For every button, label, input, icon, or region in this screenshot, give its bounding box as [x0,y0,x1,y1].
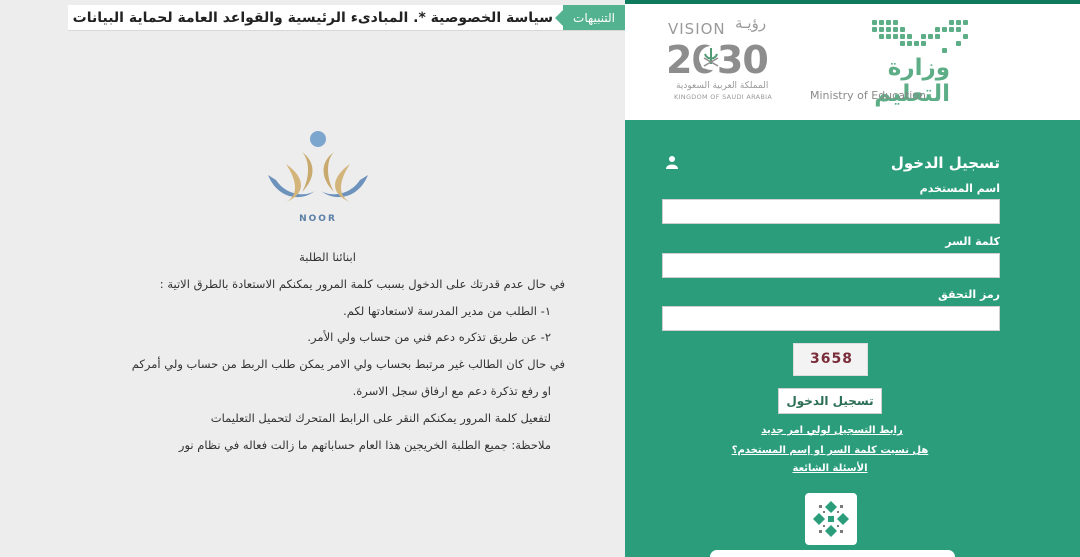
notice-line: ملاحظة: جميع الطلبة الخريجين هذا العام ح… [178,437,551,452]
kingdom-name-ar: المملكة العربية السعودية [676,81,769,91]
captcha-image: 3658 [793,343,868,376]
noor-caption: NOOR [299,214,337,224]
qr-code[interactable] [805,493,857,545]
verification-code-input[interactable] [662,306,1000,331]
password-label: كلمة السر [945,235,1000,248]
login-title: تسجيل الدخول [890,154,1000,172]
notice-line: في حال عدم قدرتك على الدخول بسبب كلمة ال… [159,276,565,291]
vision-emblem [699,46,723,70]
ticker-text[interactable]: سياسة الخصوصية *. المبادىء الرئيسية والق… [68,5,553,30]
faq-link[interactable]: الأسئلة الشائعة [780,463,880,474]
verification-code-label: رمز التحقق [938,288,1000,301]
ticker-label: التنبيهات [555,5,625,30]
user-icon [666,156,678,169]
notice-line: ١- الطلب من مدير المدرسة لاستعادتها لكم. [343,303,551,318]
username-input[interactable] [662,199,1000,224]
moe-logo [872,20,968,53]
notice-line: او رفع تذكرة دعم مع ارفاق سجل الاسرة. [352,383,551,398]
qr-code-icon [813,501,849,537]
password-input[interactable] [662,253,1000,278]
login-panel [625,120,1080,557]
notice-line: في حال كان الطالب غير مرتبط بحساب ولي ال… [131,357,565,372]
kingdom-name-en: KINGDOM OF SAUDI ARABIA [674,93,773,101]
students-notice: ابنائنا الطلبة في حال عدم قدرتك على الدخ… [90,244,565,458]
new-parent-registration-link[interactable]: رابط التسجيل لولي امر جديد [760,425,904,436]
login-button[interactable]: تسجيل الدخول [778,388,882,414]
noor-logo [268,131,368,202]
username-label: اسم المستخدم [919,182,1000,195]
notice-title: ابنائنا الطلبة [299,250,356,264]
notice-line: لتفعيل كلمة المرور يمكنكم النقر على الرا… [210,410,551,425]
vision-word-ar: رؤيـة [735,14,767,32]
ministry-name-en: Ministry of Education [810,89,927,102]
notifications-ticker[interactable]: سياسة الخصوصية *. المبادىء الرئيسية والق… [68,5,625,31]
notice-line: ٢- عن طريق تذكره دعم فني من حساب ولي الأ… [307,330,551,345]
vision-word-en: VISION [668,20,726,38]
forgot-credentials-link[interactable]: هل نسيت كلمة السر او إسم المستخدم؟ [730,445,930,456]
bottom-banner [710,550,955,557]
captcha-text: 3658 [810,351,853,367]
